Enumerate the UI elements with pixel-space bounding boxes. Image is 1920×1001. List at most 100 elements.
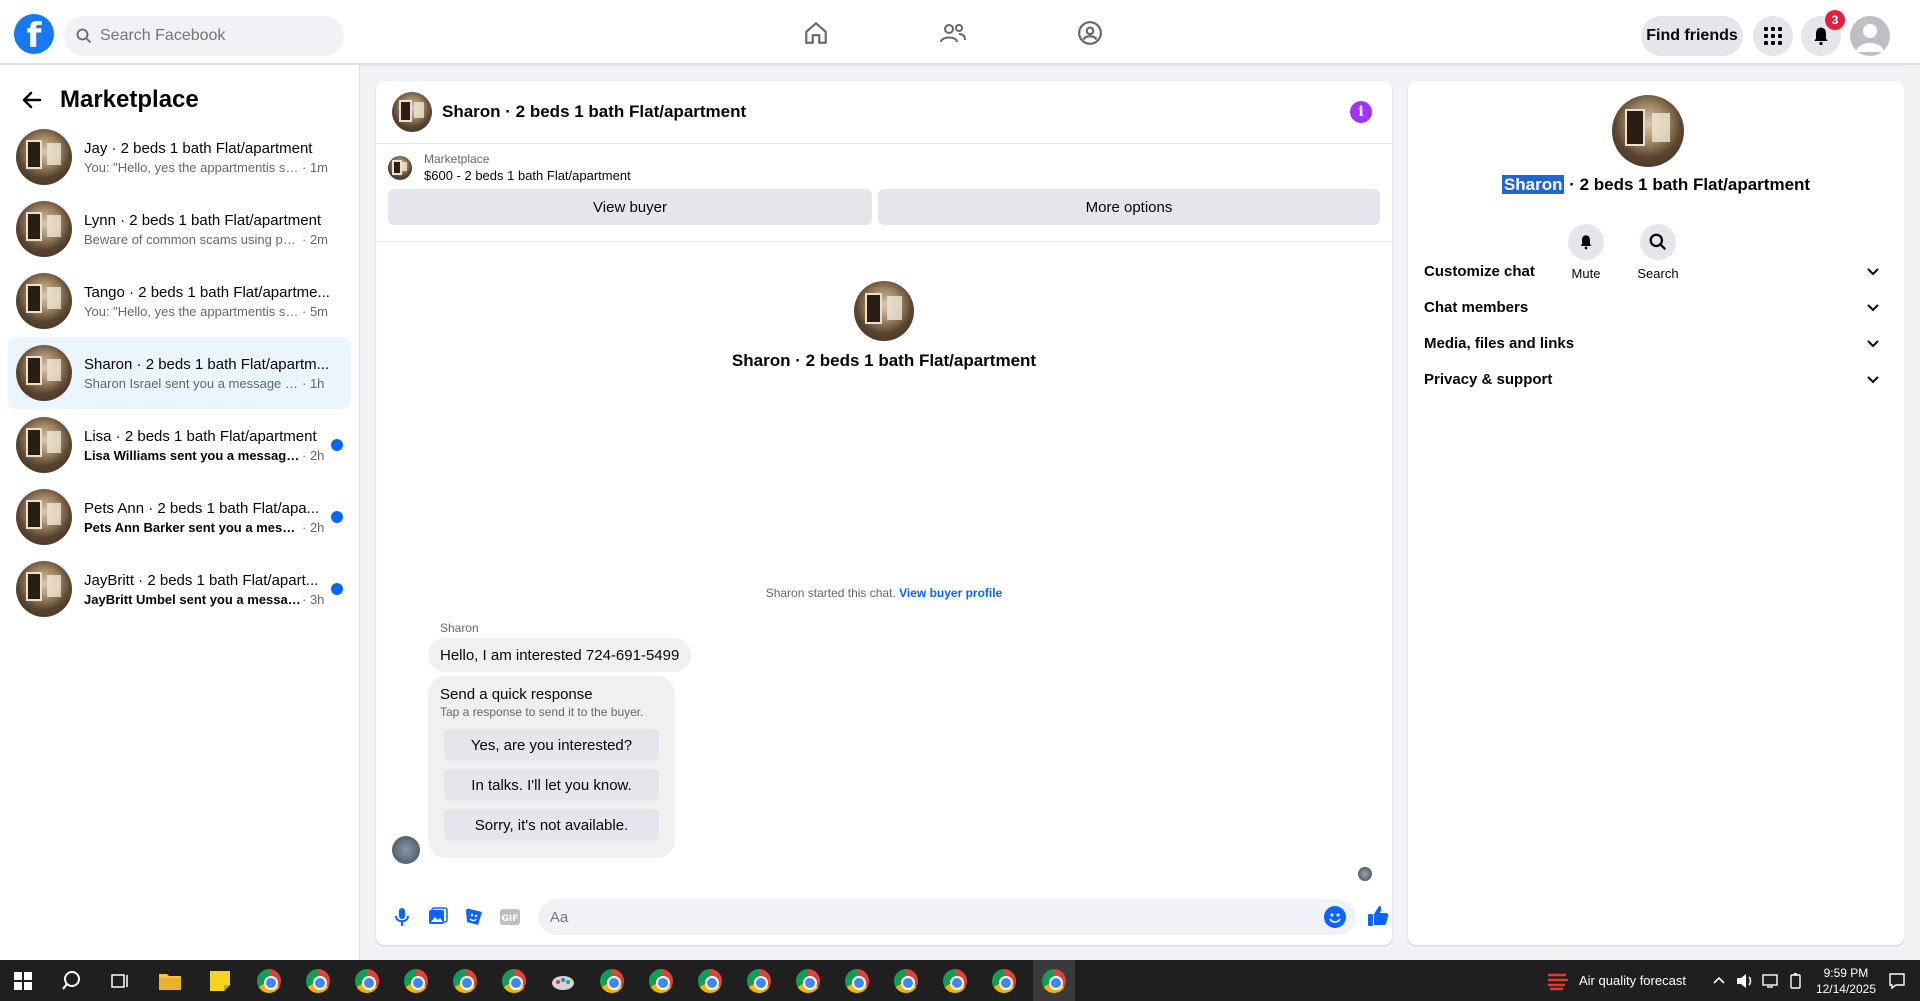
paint-app-icon[interactable] xyxy=(550,968,576,994)
conversation-item[interactable]: Lynn · 2 beds 1 bath Flat/apartment Bewa… xyxy=(8,193,351,265)
conversation-item-active[interactable]: Sharon · 2 beds 1 bath Flat/apartm... Sh… xyxy=(8,337,351,409)
conversation-item[interactable]: Jay · 2 beds 1 bath Flat/apartment You: … xyxy=(8,121,351,193)
top-navigation-bar: f Find friends 3 xyxy=(0,0,1920,64)
section-label: Privacy & support xyxy=(1424,370,1553,388)
privacy-support-section[interactable]: Privacy & support xyxy=(1416,357,1888,401)
page-scrollbar[interactable] xyxy=(1904,65,1920,960)
unread-dot xyxy=(331,439,343,451)
chrome-profile-icon[interactable] xyxy=(403,968,429,994)
friends-icon[interactable] xyxy=(938,18,968,48)
chat-title[interactable]: Sharon · 2 beds 1 bath Flat/apartment xyxy=(442,102,746,122)
chrome-profile-icon[interactable] xyxy=(746,968,772,994)
chrome-profile-icon[interactable] xyxy=(501,968,527,994)
conversation-snippet: JayBritt Umbel sent you a message... xyxy=(84,591,302,607)
section-label: Customize chat xyxy=(1424,262,1535,280)
chevron-down-icon xyxy=(1867,340,1879,348)
sender-avatar[interactable] xyxy=(392,836,420,864)
listing-thumbnail xyxy=(16,273,72,329)
account-avatar[interactable] xyxy=(1850,16,1890,56)
back-arrow-icon[interactable] xyxy=(20,88,44,112)
marketplace-inbox-sidebar: Marketplace Jay · 2 beds 1 bath Flat/apa… xyxy=(0,65,360,960)
conversation-title: Lisa · 2 beds 1 bath Flat/apartment xyxy=(84,427,317,445)
conversation-snippet: Sharon Israel sent you a message abo... xyxy=(84,375,302,391)
chrome-active-window-icon[interactable] xyxy=(1033,960,1075,1001)
search-facebook-box[interactable] xyxy=(64,16,344,56)
chrome-profile-icon[interactable] xyxy=(452,968,478,994)
gif-icon[interactable]: GIF xyxy=(498,905,522,929)
chat-header: Sharon · 2 beds 1 bath Flat/apartment i xyxy=(376,81,1392,144)
task-view-icon[interactable] xyxy=(107,968,133,994)
thumbs-up-icon[interactable] xyxy=(1366,904,1392,930)
bell-icon xyxy=(1814,27,1828,46)
conversation-snippet: Beware of common scams using pay... xyxy=(84,231,302,247)
conversation-item-unread[interactable]: Pets Ann · 2 beds 1 bath Flat/apa... Pet… xyxy=(8,481,351,553)
chrome-profile-icon[interactable] xyxy=(991,968,1017,994)
taskbar-search-icon[interactable] xyxy=(59,968,85,994)
quick-response-option[interactable]: In talks. I'll let you know. xyxy=(444,769,659,801)
windows-start-icon[interactable] xyxy=(10,968,36,994)
chrome-profile-icon[interactable] xyxy=(893,968,919,994)
network-icon[interactable] xyxy=(1762,973,1780,989)
chrome-profile-icon[interactable] xyxy=(354,968,380,994)
chrome-profile-icon[interactable] xyxy=(305,968,331,994)
info-avatar xyxy=(1612,95,1684,167)
chrome-icon[interactable] xyxy=(256,968,282,994)
conversation-title: Lynn · 2 beds 1 bath Flat/apartment xyxy=(84,211,322,229)
file-explorer-icon[interactable] xyxy=(157,968,183,994)
chrome-profile-icon[interactable] xyxy=(599,968,625,994)
clock-time: 9:59 PM xyxy=(1823,965,1869,980)
chevron-up-icon[interactable] xyxy=(1712,974,1726,988)
incoming-message-bubble[interactable]: Hello, I am interested 724-691-5499 xyxy=(428,638,692,672)
conversation-title: JayBritt · 2 beds 1 bath Flat/apart... xyxy=(84,571,319,589)
groups-icon[interactable] xyxy=(1075,18,1105,48)
message-sender-name: Sharon xyxy=(440,621,479,635)
more-options-button[interactable]: More options xyxy=(878,189,1380,225)
conversation-snippet: You: "Hello, yes the appartmentis still.… xyxy=(84,159,302,175)
info-chat-name: Sharon · 2 beds 1 bath Flat/apartment xyxy=(1408,175,1904,195)
listing-thumbnail xyxy=(388,155,412,180)
quick-response-option[interactable]: Sorry, it's not available. xyxy=(444,809,659,841)
unread-dot xyxy=(331,511,343,523)
message-input-box[interactable] xyxy=(537,899,1357,935)
chrome-profile-icon[interactable] xyxy=(795,968,821,994)
chrome-profile-icon[interactable] xyxy=(942,968,968,994)
conversation-time: · 5m xyxy=(302,303,328,319)
bell-icon xyxy=(1580,235,1592,250)
view-buyer-profile-link[interactable]: View buyer profile xyxy=(899,586,1002,600)
page-title: Marketplace xyxy=(60,86,199,113)
quick-response-option[interactable]: Yes, are you interested? xyxy=(444,729,659,761)
listing-price-title[interactable]: $600 - 2 beds 1 bath Flat/apartment xyxy=(424,168,631,183)
volume-icon[interactable] xyxy=(1736,973,1754,989)
chat-avatar[interactable] xyxy=(392,92,432,132)
battery-icon[interactable] xyxy=(1788,972,1804,989)
conversation-item-unread[interactable]: JayBritt · 2 beds 1 bath Flat/apart... J… xyxy=(8,553,351,625)
emoji-icon[interactable] xyxy=(1324,906,1347,928)
conversation-item[interactable]: Tango · 2 beds 1 bath Flat/apartme... Yo… xyxy=(8,265,351,337)
home-icon[interactable] xyxy=(801,18,831,48)
microphone-icon[interactable] xyxy=(390,905,414,929)
notification-center-icon[interactable] xyxy=(1888,972,1906,990)
photo-icon[interactable] xyxy=(426,905,450,929)
air-quality-icon[interactable] xyxy=(1547,971,1569,991)
info-icon[interactable]: i xyxy=(1350,101,1372,123)
chrome-profile-icon[interactable] xyxy=(648,968,674,994)
find-friends-button[interactable]: Find friends xyxy=(1641,16,1743,56)
menu-grid-button[interactable] xyxy=(1753,16,1793,56)
conversation-item-unread[interactable]: Lisa · 2 beds 1 bath Flat/apartment Lisa… xyxy=(8,409,351,481)
chat-started-text: Sharon started this chat. xyxy=(765,586,896,600)
chrome-profile-icon[interactable] xyxy=(697,968,723,994)
marketplace-listing-strip: Marketplace $600 - 2 beds 1 bath Flat/ap… xyxy=(376,144,1392,242)
conversation-profile-avatar xyxy=(854,281,914,341)
chrome-profile-icon[interactable] xyxy=(844,968,870,994)
system-clock[interactable]: 9:59 PM 12/14/2025 xyxy=(1816,965,1876,997)
view-buyer-button[interactable]: View buyer xyxy=(388,189,873,225)
conversation-title: Tango · 2 beds 1 bath Flat/apartme... xyxy=(84,283,330,301)
message-input[interactable] xyxy=(549,908,1310,926)
search-input[interactable] xyxy=(100,27,320,45)
sticker-icon[interactable] xyxy=(462,905,486,929)
weather-text[interactable]: Air quality forecast xyxy=(1579,973,1686,988)
section-label: Media, files and links xyxy=(1424,334,1575,352)
facebook-logo-icon[interactable]: f xyxy=(14,14,54,54)
notifications-button[interactable]: 3 xyxy=(1801,10,1845,56)
sticky-notes-icon[interactable] xyxy=(207,968,233,994)
